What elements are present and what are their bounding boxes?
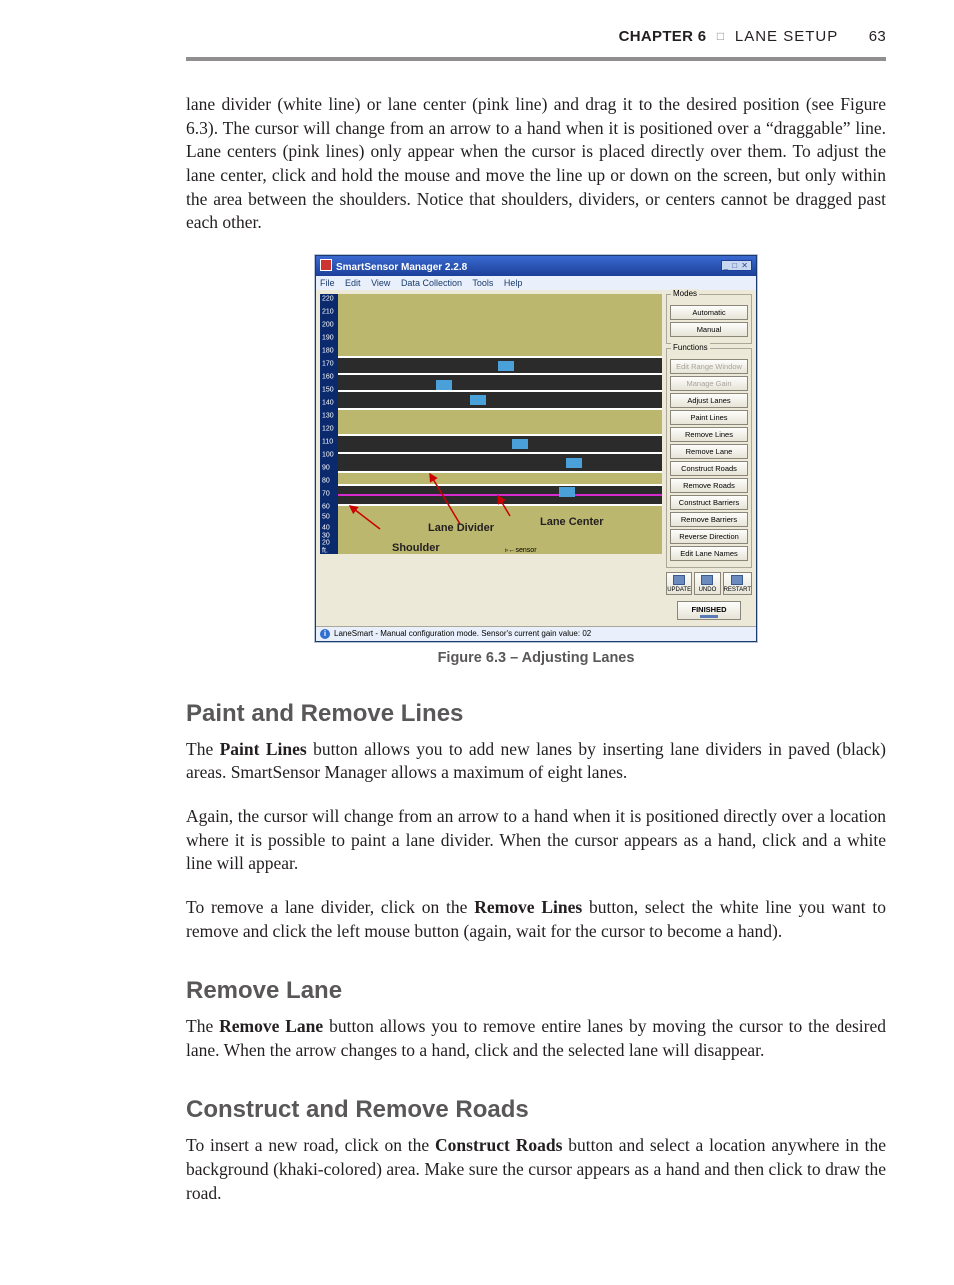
- fn-edit-range[interactable]: Edit Range Window: [670, 359, 748, 374]
- running-header: CHAPTER 6 □ LANE SETUP 63: [186, 28, 886, 57]
- modes-group: Modes Automatic Manual: [666, 294, 752, 344]
- divider-glyph: □: [711, 29, 731, 43]
- mode-automatic[interactable]: Automatic: [670, 305, 748, 320]
- status-text: LaneSmart - Manual configuration mode. S…: [334, 629, 591, 638]
- finished-button[interactable]: FINISHED: [677, 601, 741, 620]
- body-paragraph: Again, the cursor will change from an ar…: [186, 805, 886, 876]
- header-rule: [186, 57, 886, 61]
- lane-canvas[interactable]: 220 210 200 190 180 170 160 150 140 130 …: [320, 294, 662, 554]
- y-axis: 220 210 200 190 180 170 160 150 140 130 …: [320, 294, 338, 554]
- modes-legend: Modes: [671, 289, 699, 298]
- status-bar: i LaneSmart - Manual configuration mode.…: [316, 626, 756, 641]
- fn-manage-gain[interactable]: Manage Gain: [670, 376, 748, 391]
- restart-icon[interactable]: RESTART: [723, 572, 752, 595]
- heading-paint-remove-lines: Paint and Remove Lines: [186, 700, 886, 728]
- menu-data[interactable]: Data Collection: [401, 278, 462, 288]
- menu-bar: File Edit View Data Collection Tools Hel…: [316, 276, 756, 290]
- fn-paint-lines[interactable]: Paint Lines: [670, 410, 748, 425]
- undo-icon[interactable]: UNDO: [694, 572, 720, 595]
- label-lane-center: Lane Center: [540, 516, 604, 528]
- body-paragraph: To remove a lane divider, click on the R…: [186, 896, 886, 943]
- sensor-marker: ▹←sensor: [505, 546, 537, 554]
- functions-group: Functions Edit Range Window Manage Gain …: [666, 348, 752, 568]
- fn-remove-barriers[interactable]: Remove Barriers: [670, 512, 748, 527]
- body-paragraph: To insert a new road, click on the Const…: [186, 1134, 886, 1205]
- figure-caption: Figure 6.3 – Adjusting Lanes: [186, 650, 886, 666]
- fn-remove-lane[interactable]: Remove Lane: [670, 444, 748, 459]
- fn-remove-lines[interactable]: Remove Lines: [670, 427, 748, 442]
- app-window: SmartSensor Manager 2.2.8 _ □ ✕ File Edi…: [315, 255, 757, 642]
- page-number: 63: [843, 28, 886, 45]
- info-icon: i: [320, 629, 330, 639]
- chapter-label: CHAPTER 6: [619, 28, 707, 45]
- label-shoulder: Shoulder: [392, 542, 440, 554]
- window-title: SmartSensor Manager 2.2.8: [336, 262, 467, 273]
- menu-tools[interactable]: Tools: [472, 278, 493, 288]
- fn-construct-roads[interactable]: Construct Roads: [670, 461, 748, 476]
- side-panel: Modes Automatic Manual Functions Edit Ra…: [666, 294, 752, 622]
- section-label: LANE SETUP: [735, 28, 838, 45]
- update-icon[interactable]: UPDATE: [666, 572, 692, 595]
- body-paragraph: The Paint Lines button allows you to add…: [186, 738, 886, 785]
- action-icons: UPDATE UNDO RESTART: [666, 572, 752, 595]
- heading-remove-lane: Remove Lane: [186, 977, 886, 1005]
- window-controls[interactable]: _ □ ✕: [721, 260, 752, 271]
- label-lane-divider: Lane Divider: [428, 522, 494, 534]
- figure-6-3: SmartSensor Manager 2.2.8 _ □ ✕ File Edi…: [186, 255, 886, 666]
- body-paragraph: lane divider (white line) or lane center…: [186, 93, 886, 235]
- title-bar: SmartSensor Manager 2.2.8 _ □ ✕: [316, 256, 756, 276]
- menu-file[interactable]: File: [320, 278, 335, 288]
- menu-view[interactable]: View: [371, 278, 390, 288]
- fn-remove-roads[interactable]: Remove Roads: [670, 478, 748, 493]
- menu-help[interactable]: Help: [504, 278, 523, 288]
- fn-edit-lane-names[interactable]: Edit Lane Names: [670, 546, 748, 561]
- fn-reverse-direction[interactable]: Reverse Direction: [670, 529, 748, 544]
- body-paragraph: The Remove Lane button allows you to rem…: [186, 1015, 886, 1062]
- heading-construct-remove-roads: Construct and Remove Roads: [186, 1096, 886, 1124]
- mode-manual[interactable]: Manual: [670, 322, 748, 337]
- functions-legend: Functions: [671, 343, 710, 352]
- app-icon: [320, 259, 332, 271]
- fn-adjust-lanes[interactable]: Adjust Lanes: [670, 393, 748, 408]
- fn-construct-barriers[interactable]: Construct Barriers: [670, 495, 748, 510]
- menu-edit[interactable]: Edit: [345, 278, 361, 288]
- annotation-arrows: [320, 294, 662, 554]
